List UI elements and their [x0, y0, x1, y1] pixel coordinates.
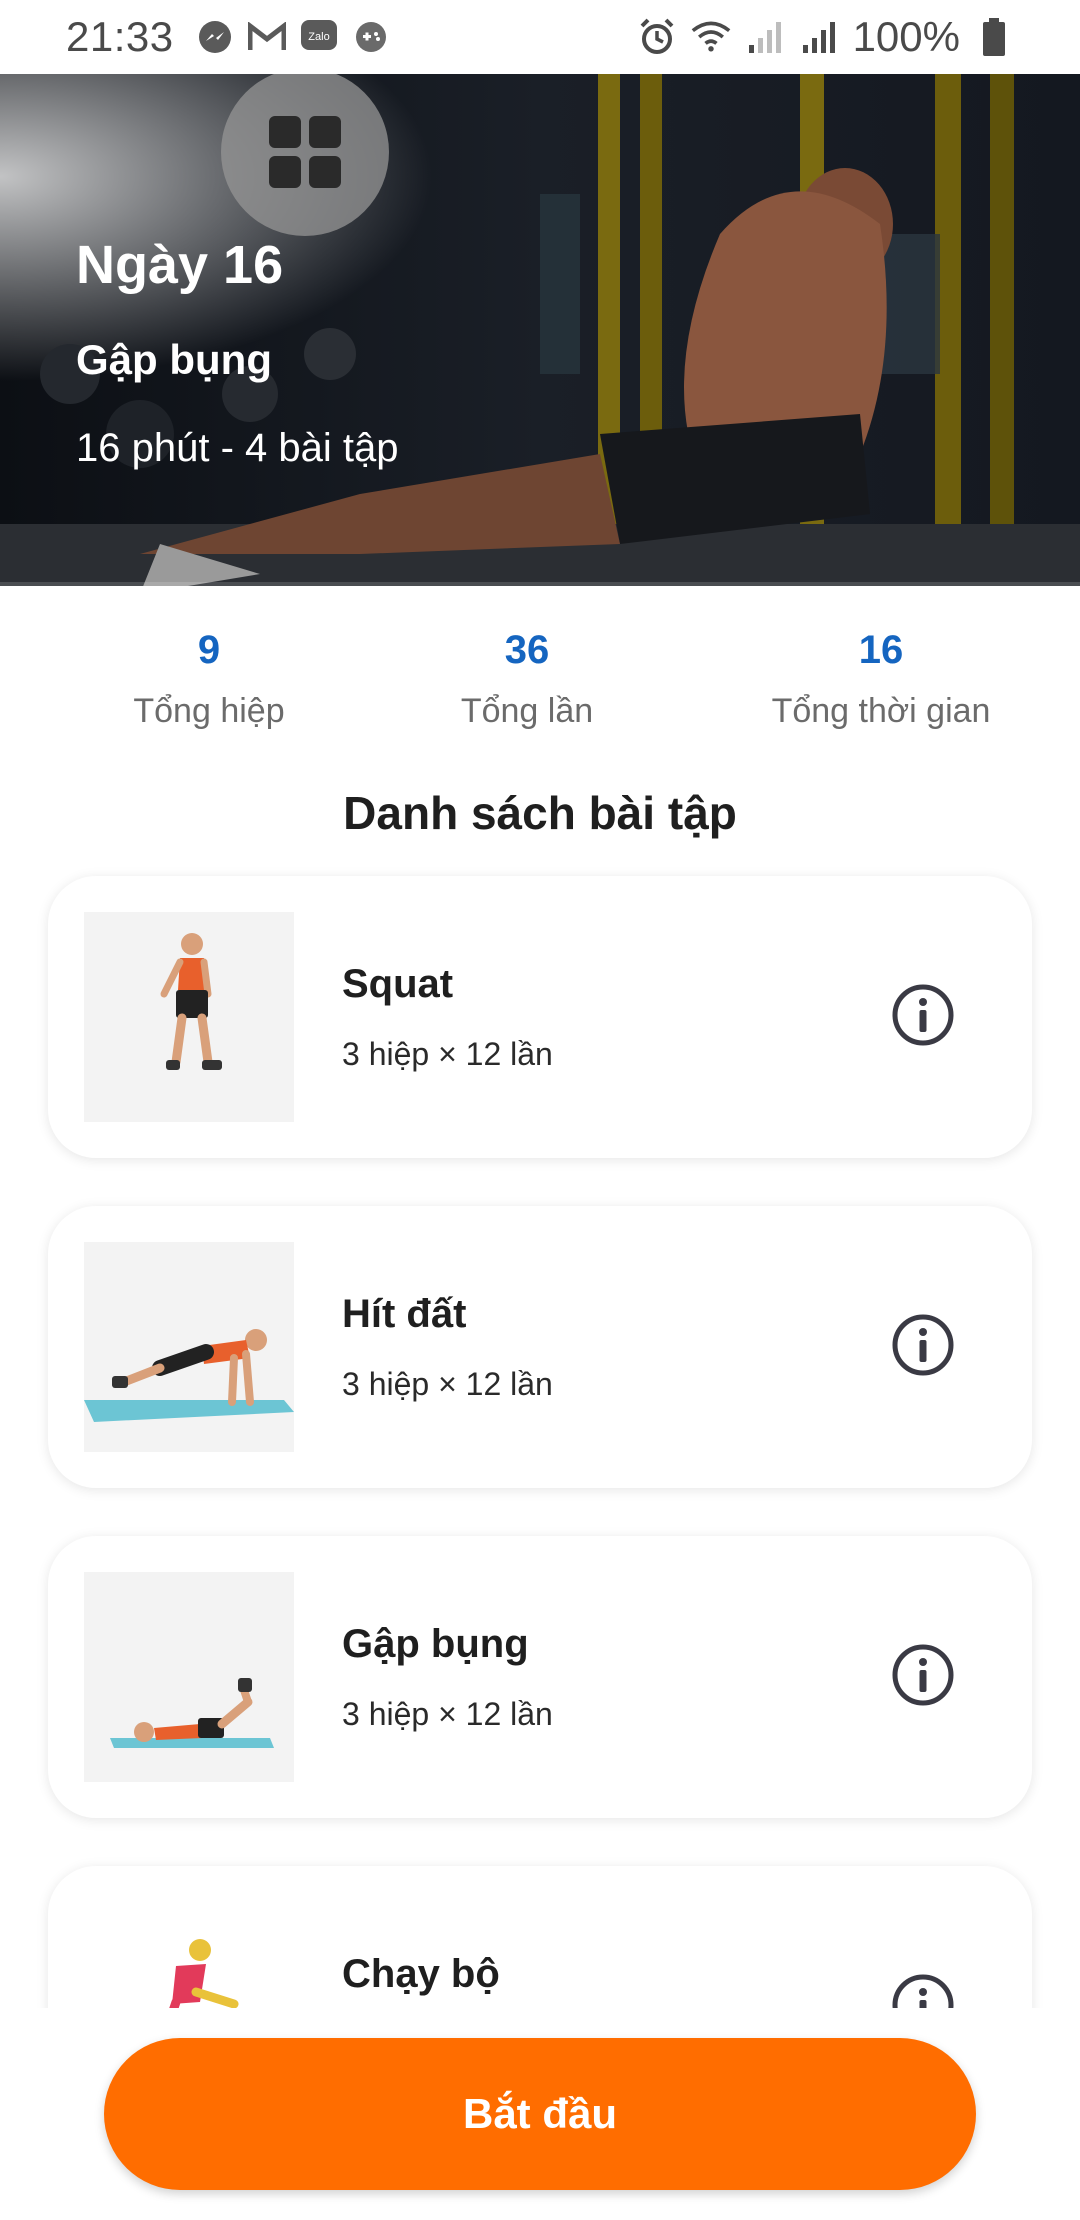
- info-icon[interactable]: [890, 1642, 956, 1708]
- menu-grid-button[interactable]: [221, 74, 389, 236]
- alarm-icon: [637, 17, 677, 57]
- stat-total-sets: 9 Tổng hiệp: [59, 620, 359, 731]
- exercise-card-squat[interactable]: Squat 3 hiệp × 12 lần: [48, 876, 1032, 1158]
- status-bar: 21:33 Zalo 100%: [0, 0, 1080, 74]
- signal-icon: [799, 17, 839, 57]
- crunch-illustration: [84, 1572, 294, 1782]
- messenger-icon: [196, 18, 234, 56]
- status-time: 21:33: [66, 13, 174, 60]
- gym-background-image: [0, 74, 1080, 586]
- exercise-card-crunch[interactable]: Gập bụng 3 hiệp × 12 lần: [48, 1536, 1032, 1818]
- exercise-sets-reps: 3 hiệp × 12 lần: [342, 1696, 553, 1732]
- info-icon[interactable]: [890, 1972, 956, 2008]
- exercise-name: Squat: [342, 962, 454, 1006]
- workout-stats: 9 Tổng hiệp 36 Tổng lần 16 Tổng thời gia…: [0, 620, 1080, 760]
- wifi-icon: [691, 17, 731, 57]
- exercise-card-pushup[interactable]: Hít đất 3 hiệp × 12 lần: [48, 1206, 1032, 1488]
- stat-total-time: 16 Tổng thời gian: [731, 620, 1031, 731]
- stat-label: Tổng lần: [460, 692, 594, 730]
- exercise-list[interactable]: Squat 3 hiệp × 12 lần Hít đất 3 hiệp × 1…: [0, 860, 1080, 2008]
- system-status: 100%: [637, 13, 1014, 61]
- svg-text:Zalo: Zalo: [308, 31, 329, 43]
- game-icon: [352, 18, 390, 56]
- start-workout-button[interactable]: Bắt đầu: [104, 2038, 976, 2190]
- workout-hero-banner: Ngày 16 Gập bụng 16 phút - 4 bài tập: [0, 74, 1080, 586]
- stat-value: 16: [858, 628, 904, 672]
- workout-duration: 16 phút - 4 bài tập: [76, 426, 399, 470]
- squat-illustration: [84, 912, 294, 1122]
- exercise-sets-reps: 3 hiệp × 12 lần: [342, 1366, 553, 1402]
- pushup-illustration: [84, 1242, 294, 1452]
- info-icon[interactable]: [890, 982, 956, 1048]
- grid-icon: [269, 116, 341, 188]
- workout-subtitle: Gập bụng: [76, 336, 272, 383]
- exercise-name: Gập bụng: [342, 1622, 529, 1666]
- exercise-list-title: Danh sách bài tập: [343, 787, 737, 839]
- day-title: Ngày 16: [76, 235, 284, 295]
- exercise-name: Hít đất: [342, 1292, 467, 1336]
- stat-label: Tổng hiệp: [133, 692, 285, 730]
- signal-icon: [745, 17, 785, 57]
- info-icon[interactable]: [890, 1312, 956, 1378]
- stat-total-reps: 36 Tổng lần: [377, 620, 677, 731]
- exercise-sets-reps: 3 hiệp × 12 lần: [342, 1036, 553, 1072]
- stat-label: Tổng thời gian: [771, 692, 991, 730]
- gmail-icon: [247, 18, 286, 56]
- stat-value: 9: [197, 628, 221, 672]
- running-illustration: [84, 1902, 294, 2008]
- battery-icon: [974, 17, 1014, 57]
- battery-percentage: 100%: [852, 13, 960, 60]
- exercise-name: Chạy bộ: [342, 1952, 500, 1996]
- bottom-action-bar: Bắt đầu: [0, 2008, 1080, 2220]
- exercise-card-running[interactable]: Chạy bộ: [48, 1866, 1032, 2008]
- stat-value: 36: [504, 628, 550, 672]
- zalo-icon: Zalo: [300, 18, 338, 56]
- notification-icons: Zalo: [196, 18, 390, 56]
